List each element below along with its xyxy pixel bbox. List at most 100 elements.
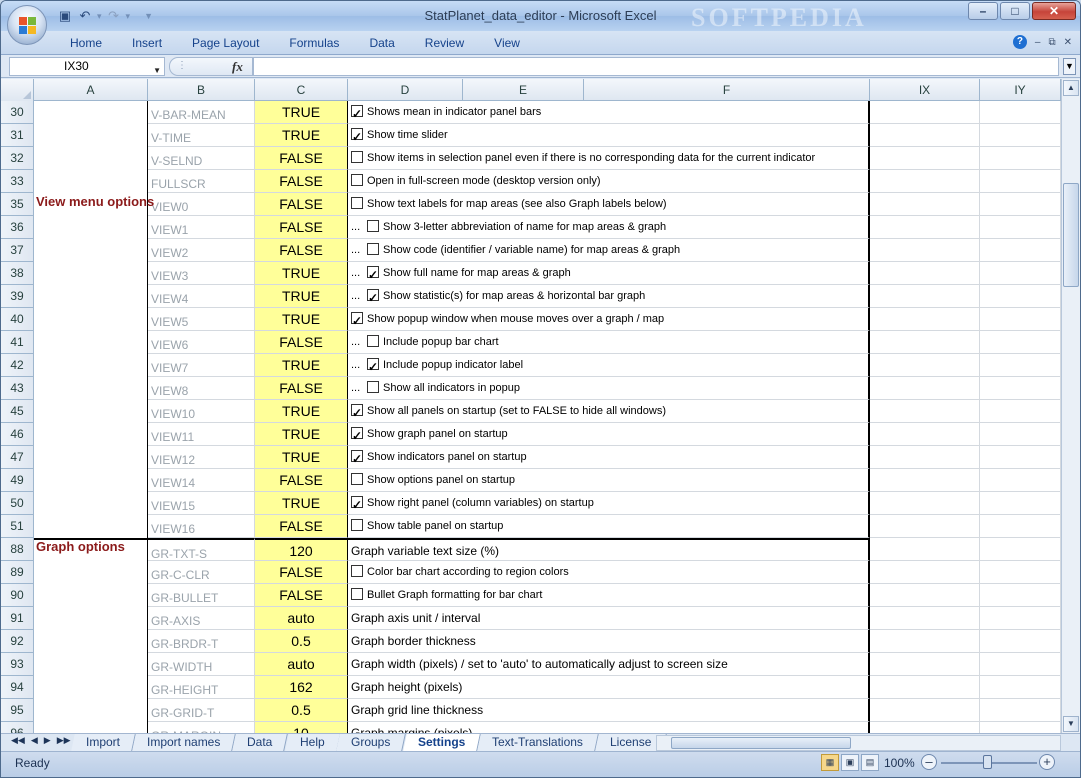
cell-a[interactable] bbox=[34, 124, 148, 147]
cell-description[interactable]: Show options panel on startup bbox=[348, 469, 870, 492]
name-box-dropdown-icon[interactable]: ▼ bbox=[153, 62, 161, 79]
cell-description[interactable]: Show items in selection panel even if th… bbox=[348, 147, 870, 170]
cell-value[interactable]: FALSE bbox=[255, 216, 348, 239]
row-header[interactable]: 50 bbox=[1, 492, 34, 515]
cell-ix[interactable] bbox=[870, 538, 980, 561]
cell-ix[interactable] bbox=[870, 124, 980, 147]
cell-a[interactable] bbox=[34, 630, 148, 653]
cell-description[interactable]: Graph variable text size (%) bbox=[348, 538, 870, 561]
option-checkbox[interactable] bbox=[351, 197, 363, 210]
cell-description[interactable]: ... Include popup indicator label bbox=[348, 354, 870, 377]
cell-iy[interactable] bbox=[980, 400, 1061, 423]
cell-key[interactable]: GR-TXT-S bbox=[148, 538, 255, 561]
sheet-tab-help[interactable]: Help bbox=[284, 734, 341, 751]
cell-ix[interactable] bbox=[870, 676, 980, 699]
option-checkbox[interactable] bbox=[351, 565, 363, 578]
cell-ix[interactable] bbox=[870, 423, 980, 446]
scroll-up-icon[interactable]: ▲ bbox=[1063, 80, 1079, 96]
sheet-tab-text-translations[interactable]: Text-Translations bbox=[477, 734, 599, 751]
cell-key[interactable]: GR-AXIS bbox=[148, 607, 255, 630]
column-header-f[interactable]: F bbox=[584, 79, 870, 101]
cell-ix[interactable] bbox=[870, 377, 980, 400]
option-checkbox[interactable] bbox=[351, 588, 363, 601]
cell-value[interactable]: TRUE bbox=[255, 308, 348, 331]
cell-description[interactable]: Graph grid line thickness bbox=[348, 699, 870, 722]
prev-sheet-icon[interactable]: ◀ bbox=[31, 735, 38, 746]
cell-iy[interactable] bbox=[980, 331, 1061, 354]
cell-description[interactable]: Color bar chart according to region colo… bbox=[348, 561, 870, 584]
cell-a[interactable] bbox=[34, 446, 148, 469]
cell-description[interactable]: Graph height (pixels) bbox=[348, 676, 870, 699]
cell-description[interactable]: ... Show full name for map areas & graph bbox=[348, 262, 870, 285]
cell-iy[interactable] bbox=[980, 216, 1061, 239]
cell-a[interactable] bbox=[34, 607, 148, 630]
cell-ix[interactable] bbox=[870, 722, 980, 733]
cell-key[interactable]: VIEW14 bbox=[148, 469, 255, 492]
cell-value[interactable]: TRUE bbox=[255, 124, 348, 147]
cell-iy[interactable] bbox=[980, 101, 1061, 124]
cell-a[interactable] bbox=[34, 469, 148, 492]
cell-ix[interactable] bbox=[870, 262, 980, 285]
cell-iy[interactable] bbox=[980, 239, 1061, 262]
cell-ix[interactable] bbox=[870, 170, 980, 193]
row-header[interactable]: 39 bbox=[1, 285, 34, 308]
row-header[interactable]: 49 bbox=[1, 469, 34, 492]
cell-value[interactable]: TRUE bbox=[255, 446, 348, 469]
row-header[interactable]: 41 bbox=[1, 331, 34, 354]
row-header[interactable]: 46 bbox=[1, 423, 34, 446]
cell-iy[interactable] bbox=[980, 538, 1061, 561]
resize-grip-icon[interactable]: ⋮ bbox=[177, 60, 187, 71]
sheet-tab-import[interactable]: Import bbox=[71, 734, 136, 751]
cell-key[interactable]: GR-HEIGHT bbox=[148, 676, 255, 699]
column-header-b[interactable]: B bbox=[148, 79, 255, 101]
help-icon[interactable]: ? bbox=[1012, 35, 1027, 49]
cell-iy[interactable] bbox=[980, 492, 1061, 515]
option-checkbox[interactable] bbox=[351, 473, 363, 486]
cell-a[interactable] bbox=[34, 377, 148, 400]
cell-ix[interactable] bbox=[870, 101, 980, 124]
cell-value[interactable]: TRUE bbox=[255, 400, 348, 423]
cell-value[interactable]: FALSE bbox=[255, 147, 348, 170]
cell-description[interactable]: Graph width (pixels) / set to 'auto' to … bbox=[348, 653, 870, 676]
cell-value[interactable]: auto bbox=[255, 653, 348, 676]
cell-a[interactable] bbox=[34, 262, 148, 285]
minimize-button[interactable]: – bbox=[968, 2, 998, 20]
option-checkbox[interactable] bbox=[351, 103, 363, 123]
cell-value[interactable]: FALSE bbox=[255, 469, 348, 492]
cell-description[interactable]: ... Show all indicators in popup bbox=[348, 377, 870, 400]
sheet-tab-groups[interactable]: Groups bbox=[336, 734, 407, 751]
cell-value[interactable]: FALSE bbox=[255, 170, 348, 193]
first-sheet-icon[interactable]: ◀◀ bbox=[11, 735, 25, 746]
zoom-in-icon[interactable]: + bbox=[1039, 754, 1055, 770]
cell-description[interactable]: ... Show 3-letter abbreviation of name fo… bbox=[348, 216, 870, 239]
cell-a[interactable] bbox=[34, 722, 148, 733]
cell-description[interactable]: Show indicators panel on startup bbox=[348, 446, 870, 469]
row-header[interactable]: 42 bbox=[1, 354, 34, 377]
sheet-tab-settings[interactable]: Settings bbox=[402, 734, 481, 751]
office-button[interactable] bbox=[7, 5, 47, 45]
workbook-minimize-icon[interactable]: – bbox=[1035, 37, 1041, 48]
row-header[interactable]: 43 bbox=[1, 377, 34, 400]
cell-value[interactable]: FALSE bbox=[255, 584, 348, 607]
cell-description[interactable]: Show text labels for map areas (see also… bbox=[348, 193, 870, 216]
option-checkbox[interactable] bbox=[351, 494, 363, 514]
column-header-iy[interactable]: IY bbox=[980, 79, 1061, 101]
option-checkbox[interactable] bbox=[367, 264, 379, 284]
cell-key[interactable]: VIEW7 bbox=[148, 354, 255, 377]
cell-description[interactable]: Show popup window when mouse moves over … bbox=[348, 308, 870, 331]
cell-value[interactable]: 162 bbox=[255, 676, 348, 699]
cell-a[interactable] bbox=[34, 400, 148, 423]
next-sheet-icon[interactable]: ▶ bbox=[44, 735, 51, 746]
cell-ix[interactable] bbox=[870, 354, 980, 377]
row-header[interactable]: 90 bbox=[1, 584, 34, 607]
row-header[interactable]: 32 bbox=[1, 147, 34, 170]
row-header[interactable]: 36 bbox=[1, 216, 34, 239]
cell-a[interactable] bbox=[34, 308, 148, 331]
cell-a[interactable] bbox=[34, 492, 148, 515]
cell-ix[interactable] bbox=[870, 653, 980, 676]
column-header-ix[interactable]: IX bbox=[870, 79, 980, 101]
column-header-c[interactable]: C bbox=[255, 79, 348, 101]
cell-description[interactable]: Show table panel on startup bbox=[348, 515, 870, 538]
cell-iy[interactable] bbox=[980, 446, 1061, 469]
option-checkbox[interactable] bbox=[367, 356, 379, 376]
